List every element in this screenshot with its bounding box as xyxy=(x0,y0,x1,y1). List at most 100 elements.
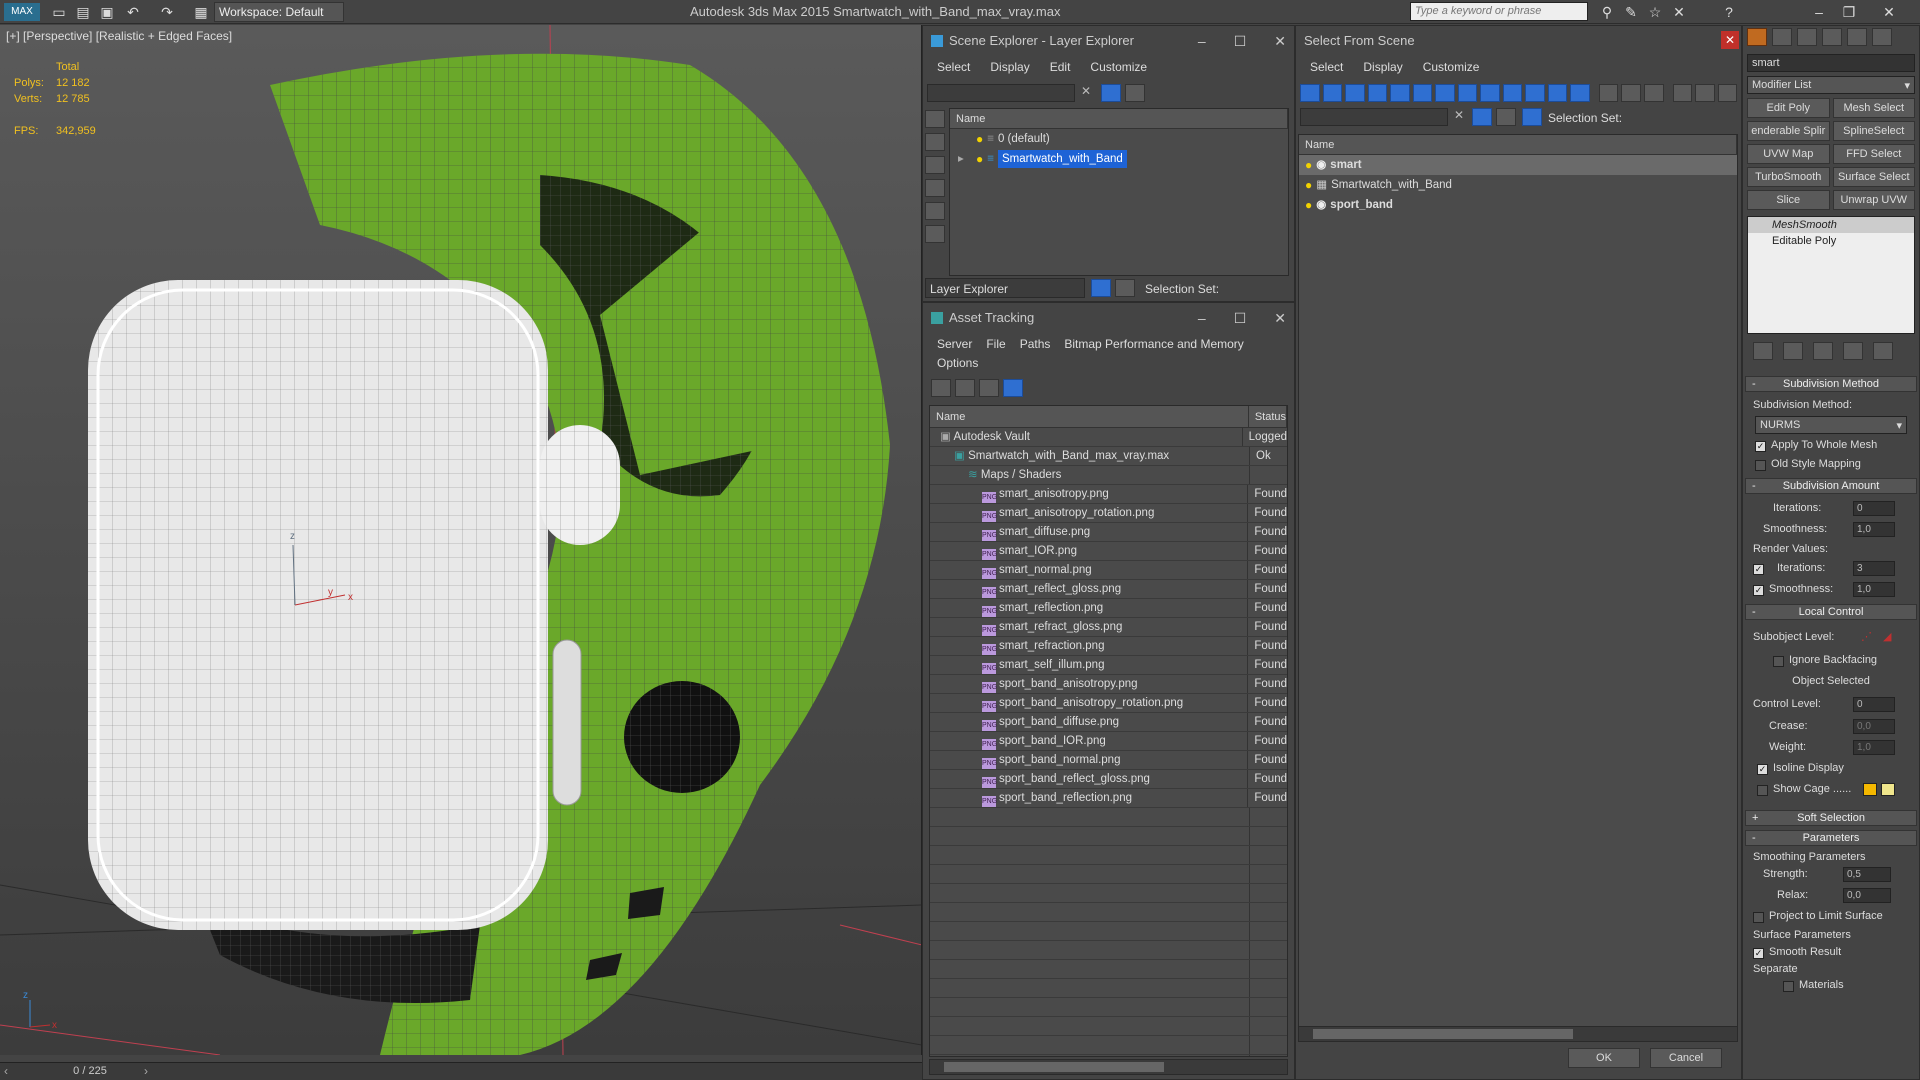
maximize-icon[interactable]: ☐ xyxy=(1234,303,1247,333)
stack-item-meshsmooth[interactable]: MeshSmooth xyxy=(1748,217,1914,233)
remove-modifier-icon[interactable] xyxy=(1843,342,1863,360)
mesh-select-button[interactable]: Mesh Select xyxy=(1832,98,1915,118)
scrollbar-thumb[interactable] xyxy=(944,1062,1164,1072)
column-name[interactable]: Name xyxy=(1299,135,1737,154)
renderable-spline-button[interactable]: enderable Splir xyxy=(1747,121,1830,141)
asset-row[interactable]: PNG smart_reflect_gloss.png Found xyxy=(930,580,1287,599)
favorites-icon[interactable]: ☆ xyxy=(1646,3,1664,21)
viewport-label[interactable]: [+] [Perspective] [Realistic + Edged Fac… xyxy=(6,29,232,43)
object-horizontal-scrollbar[interactable] xyxy=(1298,1026,1738,1042)
asset-row[interactable]: PNG smart_anisotropy_rotation.png Found xyxy=(930,504,1287,523)
rollout-subdivision-method[interactable]: - Subdivision Method xyxy=(1745,376,1917,392)
filter-warps-icon[interactable] xyxy=(1412,84,1433,102)
surface-select-button[interactable]: Surface Select xyxy=(1832,167,1915,187)
checkbox-checked[interactable]: ✓ xyxy=(1753,948,1764,959)
column-status[interactable]: Status xyxy=(1249,406,1287,427)
help-icon[interactable]: ? xyxy=(1720,3,1738,21)
turbosmooth-button[interactable]: TurboSmooth xyxy=(1747,167,1830,187)
save-icon[interactable]: ▣ xyxy=(98,3,116,21)
search-input[interactable]: Type a keyword or phrase xyxy=(1410,2,1588,21)
filter-geometry-icon[interactable] xyxy=(1300,84,1320,102)
show-cage-option[interactable]: ✓ Show Cage ...... xyxy=(1743,779,1919,800)
asset-row[interactable]: PNG smart_self_illum.png Found xyxy=(930,656,1287,675)
rollout-parameters[interactable]: - Parameters xyxy=(1745,830,1917,846)
minimize-icon[interactable]: – xyxy=(1810,3,1828,21)
workspace-dropdown[interactable]: Workspace: Default xyxy=(214,2,344,22)
checkbox-checked[interactable]: ✓ xyxy=(1753,585,1764,596)
layer-row[interactable]: ● ≡ 0 (default) xyxy=(950,129,1288,149)
asset-horizontal-scrollbar[interactable] xyxy=(929,1059,1288,1075)
filter-groups-icon[interactable] xyxy=(1435,84,1455,102)
select-none-icon[interactable] xyxy=(1621,84,1641,102)
checkbox-unchecked[interactable]: ✓ xyxy=(1755,460,1766,471)
asset-row[interactable]: PNG sport_band_normal.png Found xyxy=(930,751,1287,770)
checkbox-checked[interactable]: ✓ xyxy=(1757,764,1768,775)
display-lights-icon[interactable] xyxy=(925,156,945,174)
asset-row[interactable]: PNG sport_band_IOR.png Found xyxy=(930,732,1287,751)
asset-row[interactable]: PNG sport_band_reflection.png Found xyxy=(930,789,1287,808)
time-slider-frame[interactable]: 0 / 225 xyxy=(40,1065,140,1077)
project-limit-option[interactable]: ✓ Project to Limit Surface xyxy=(1743,906,1919,927)
object-row[interactable]: ● ◉ sport_band xyxy=(1299,195,1737,215)
ok-button[interactable]: OK xyxy=(1568,1048,1640,1068)
filter-icon[interactable] xyxy=(1101,84,1121,102)
cage-selection-color-swatch[interactable] xyxy=(1881,783,1895,796)
checkbox-unchecked[interactable]: ✓ xyxy=(1753,912,1764,923)
filter-xrefs-icon[interactable] xyxy=(1457,84,1478,102)
asset-row[interactable]: PNG smart_anisotropy.png Found xyxy=(930,485,1287,504)
object-row-selected[interactable]: ● ◉ smart xyxy=(1299,155,1737,175)
binoculars-icon[interactable]: ⚲ xyxy=(1598,3,1616,21)
clear-find-icon[interactable]: ✕ xyxy=(1454,108,1464,122)
cancel-button[interactable]: Cancel xyxy=(1650,1048,1722,1068)
control-level-spinner[interactable]: 0 xyxy=(1853,697,1895,712)
expand-arrow-icon[interactable]: ▸ xyxy=(958,149,972,169)
stack-item-editable-poly[interactable]: Editable Poly xyxy=(1748,233,1914,249)
list-view-icon[interactable] xyxy=(955,379,975,397)
smoothness-spinner[interactable]: 1,0 xyxy=(1853,522,1895,537)
find-input[interactable] xyxy=(1300,108,1448,126)
select-all-icon[interactable] xyxy=(1598,84,1619,102)
filter-shapes-icon[interactable] xyxy=(1322,84,1343,102)
object-name-field[interactable]: smart xyxy=(1747,54,1915,72)
select-from-scene-titlebar[interactable]: Select From Scene ✕ xyxy=(1296,26,1741,56)
filter-lights-icon[interactable] xyxy=(1345,84,1365,102)
asset-tracking-titlebar[interactable]: Asset Tracking – ☐ ✕ xyxy=(923,303,1294,333)
maximize-icon[interactable]: ☐ xyxy=(1234,26,1247,56)
strength-spinner[interactable]: 0,5 xyxy=(1843,867,1891,882)
scene-explorer-search[interactable] xyxy=(927,84,1075,102)
refresh-icon[interactable] xyxy=(931,379,951,397)
table-view-icon[interactable] xyxy=(1003,379,1023,397)
subdivision-method-dropdown[interactable]: NURMS ▾ xyxy=(1755,416,1907,434)
asset-row[interactable]: PNG sport_band_anisotropy_rotation.png Fou… xyxy=(930,694,1287,713)
menu-customize[interactable]: Customize xyxy=(1090,56,1147,78)
display-helpers-icon[interactable] xyxy=(925,202,945,220)
asset-row[interactable]: ≋ Maps / Shaders xyxy=(930,466,1287,485)
weight-spinner[interactable]: 1,0 xyxy=(1853,740,1895,755)
scene-explorer-titlebar[interactable]: Scene Explorer - Layer Explorer – ☐ ✕ xyxy=(923,26,1294,56)
close-icon[interactable]: ✕ xyxy=(1274,303,1286,333)
app-logo[interactable]: MAX xyxy=(4,3,40,21)
rollout-subdivision-amount[interactable]: - Subdivision Amount xyxy=(1745,478,1917,494)
explorer-type-dropdown[interactable]: Layer Explorer xyxy=(925,278,1085,298)
column-name[interactable]: Name xyxy=(950,109,1288,128)
rollout-local-control[interactable]: - Local Control xyxy=(1745,604,1917,620)
modify-tab-icon[interactable] xyxy=(1772,28,1792,46)
tools-icon[interactable]: ✎ xyxy=(1622,3,1640,21)
asset-row[interactable]: PNG smart_diffuse.png Found xyxy=(930,523,1287,542)
uvw-map-button[interactable]: UVW Map xyxy=(1747,144,1830,164)
checkbox-unchecked[interactable]: ✓ xyxy=(1783,981,1794,992)
close-icon[interactable]: ✕ xyxy=(1880,3,1898,21)
asset-row[interactable]: PNG smart_refraction.png Found xyxy=(930,637,1287,656)
rollout-soft-selection[interactable]: + Soft Selection xyxy=(1745,810,1917,826)
filter-helpers-icon[interactable] xyxy=(1390,84,1410,102)
exchange-icon[interactable]: ✕ xyxy=(1670,3,1688,21)
menu-options[interactable]: Options xyxy=(937,355,978,373)
asset-row[interactable]: ▣ Smartwatch_with_Band_max_vray.max Ok xyxy=(930,447,1287,466)
timeline-next-icon[interactable]: › xyxy=(144,1064,148,1078)
materials-option[interactable]: ✓ Materials xyxy=(1743,977,1919,993)
menu-display[interactable]: Display xyxy=(990,56,1029,78)
filter-all-icon[interactable] xyxy=(1570,84,1590,102)
filter-hidden-icon[interactable] xyxy=(1547,84,1568,102)
visibility-bulb-icon[interactable]: ● xyxy=(1305,195,1312,215)
filter-icon[interactable] xyxy=(1672,84,1693,102)
